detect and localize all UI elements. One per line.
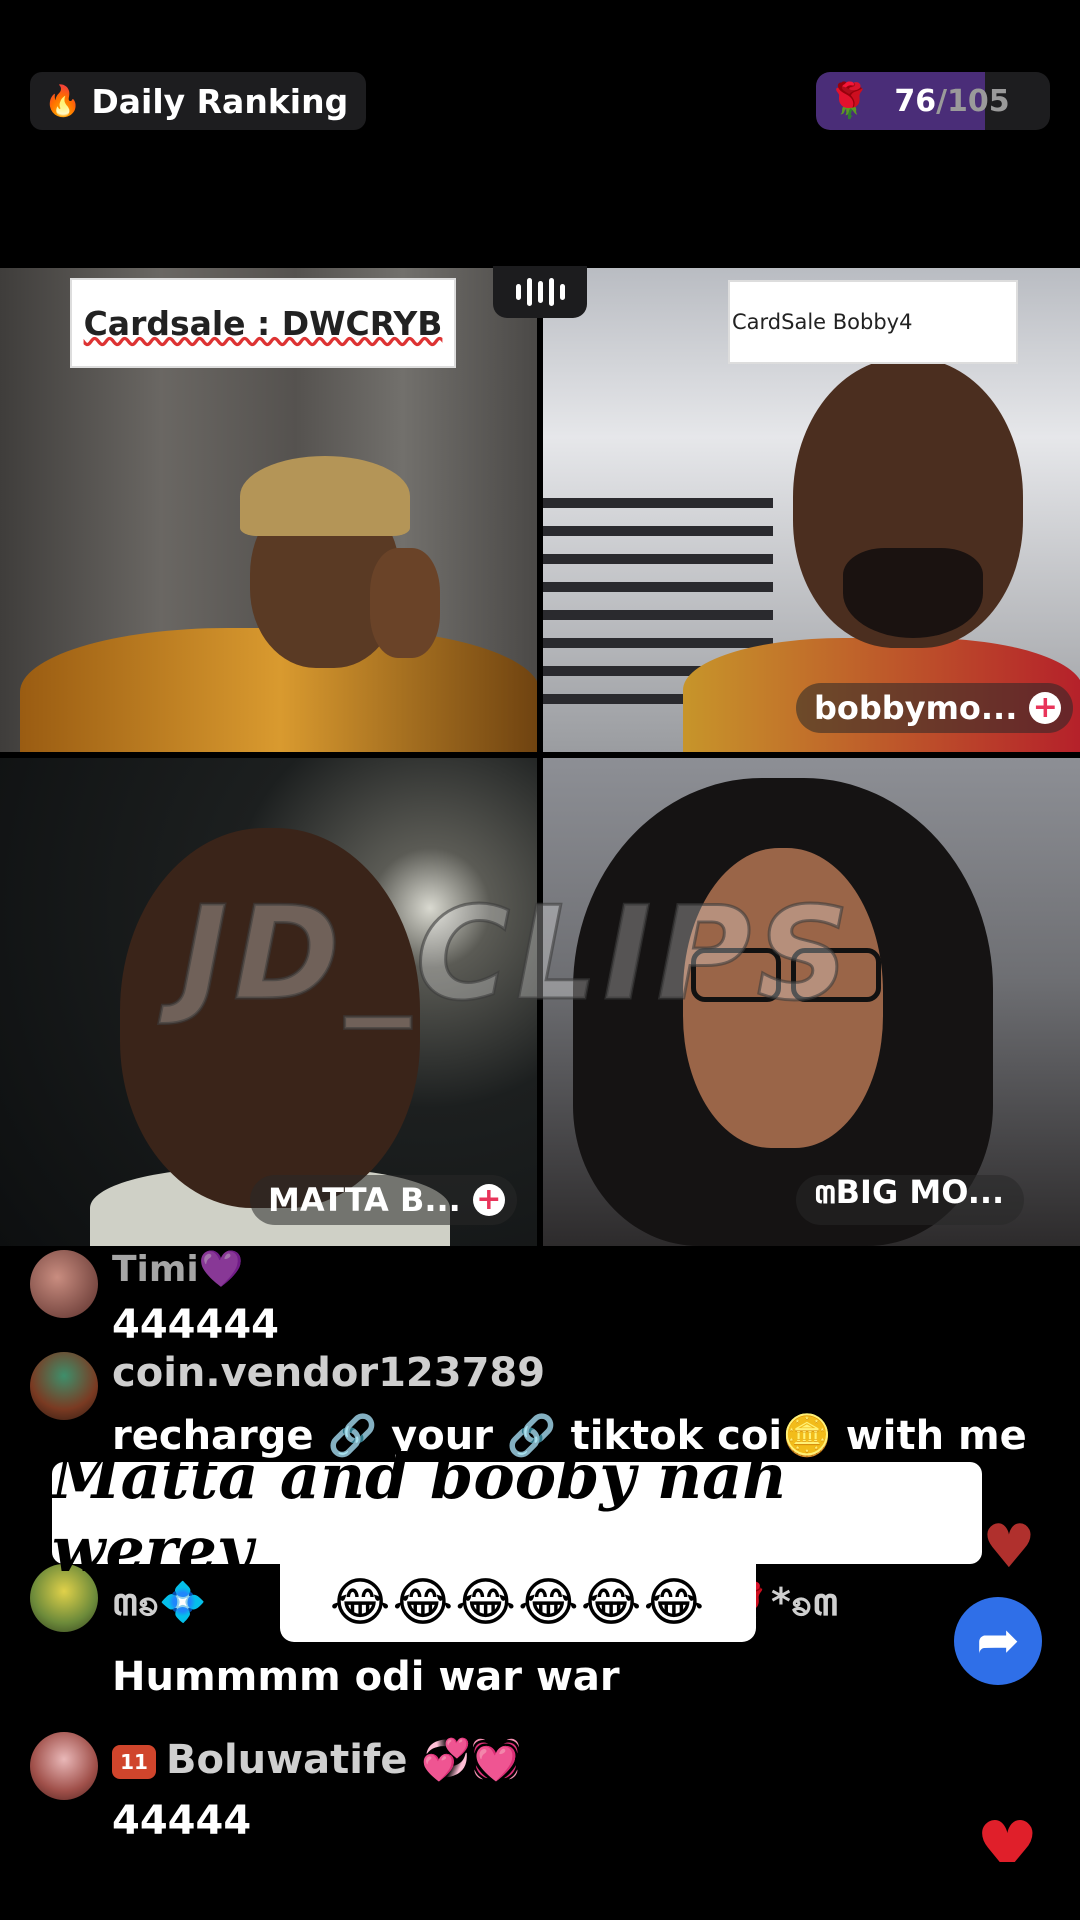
tile2-name-pill[interactable]: bobbymo... + — [796, 683, 1074, 733]
chat-username[interactable]: 11 Boluwatife 💞💓 — [112, 1736, 521, 1783]
tile4-name-pill[interactable]: ꧟BIG MO... — [796, 1173, 1025, 1225]
follow-plus-icon[interactable]: + — [1029, 692, 1062, 724]
chat-avatar[interactable] — [30, 1352, 98, 1420]
rank-value: 76/105 — [894, 83, 1010, 119]
tile2-banner: CardSale Bobby4 — [730, 282, 1016, 362]
grid-layout-icon — [515, 278, 565, 306]
rose-icon: 🌹 — [828, 81, 871, 121]
fan-level-badge: 11 — [112, 1745, 156, 1779]
tile4-name: ꧟BIG MO... — [814, 1172, 1005, 1211]
daily-ranking-button[interactable]: 🔥 Daily Ranking — [30, 72, 367, 130]
caption-line-1: Matta and booby nah werey — [52, 1440, 982, 1586]
layout-toggle-button[interactable] — [493, 266, 587, 318]
flame-icon: 🔥 — [44, 83, 82, 119]
person-video — [20, 448, 537, 752]
watermark: JD_CLIPS — [179, 879, 855, 1031]
heart-icon: ♥ — [982, 1512, 1036, 1582]
chat-username[interactable]: Timi💜 — [112, 1248, 244, 1290]
chat-message: Hummmm odi war war — [112, 1654, 620, 1700]
daily-ranking-label: Daily Ranking — [91, 81, 349, 121]
chat-avatar[interactable] — [30, 1732, 98, 1800]
follow-plus-icon[interactable]: + — [472, 1184, 505, 1216]
tile1-banner: Cardsale : DWCRYB — [72, 280, 454, 366]
chat-message: 44444 — [112, 1798, 252, 1844]
chat-username[interactable]: coin.vendor123789 — [112, 1350, 545, 1396]
caption-line-2: 😂😂😂😂😂😂 — [280, 1564, 756, 1642]
tile3-name-pill[interactable]: MATTA B... + — [250, 1175, 517, 1225]
chat-message: 444444 — [112, 1302, 279, 1348]
tile2-name: bobbymo... — [814, 689, 1018, 727]
heart-icon: ♥ — [976, 1806, 1039, 1862]
rank-progress[interactable]: 🌹 76/105 — [816, 72, 1050, 130]
tile3-name: MATTA B... — [268, 1181, 461, 1219]
share-button[interactable]: ➦ — [954, 1597, 1042, 1685]
share-icon: ➦ — [976, 1611, 1020, 1671]
chat-avatar[interactable] — [30, 1250, 98, 1318]
